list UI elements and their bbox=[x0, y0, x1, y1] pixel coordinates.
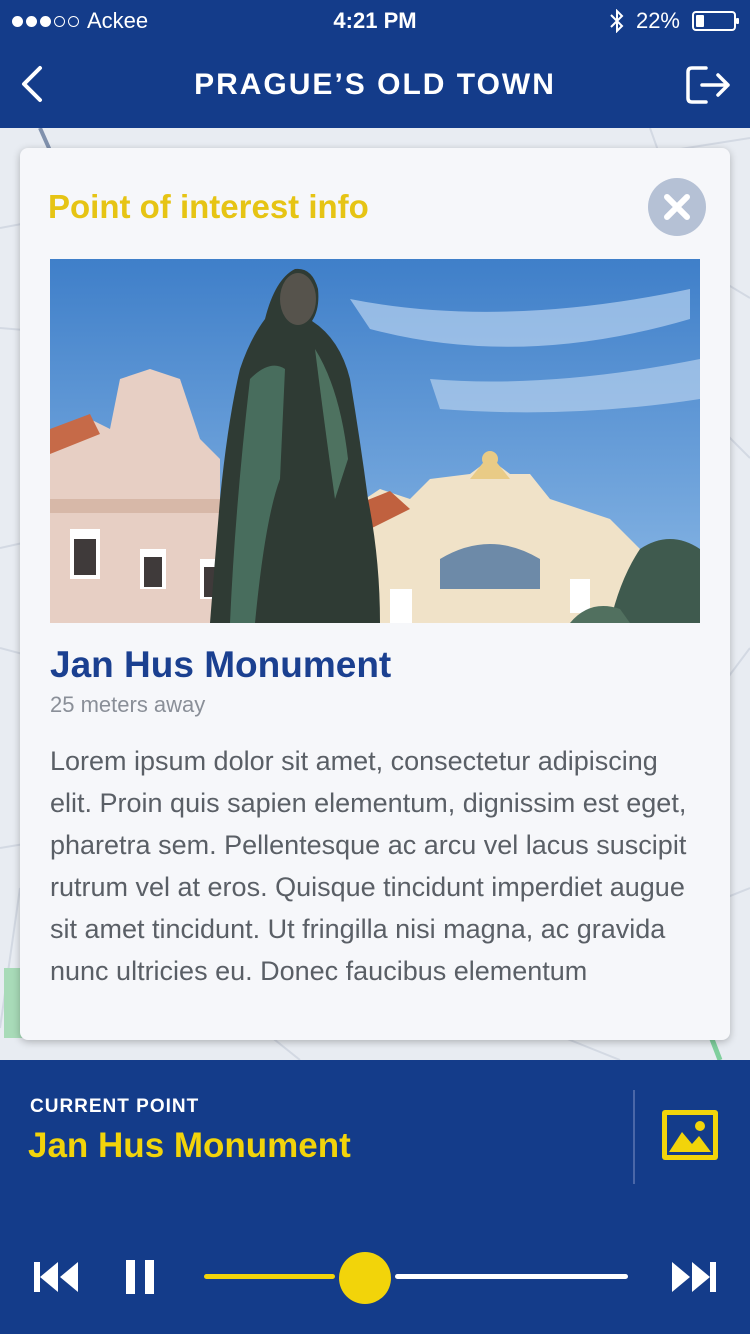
progress-remaining bbox=[395, 1274, 628, 1279]
skip-back-icon bbox=[34, 1262, 78, 1292]
previous-button[interactable] bbox=[34, 1260, 80, 1294]
battery-percent: 22% bbox=[635, 8, 680, 33]
current-point-title: Jan Hus Monument bbox=[28, 1126, 351, 1165]
skip-forward-icon bbox=[672, 1262, 716, 1292]
pause-button[interactable] bbox=[124, 1258, 156, 1296]
close-icon bbox=[664, 194, 690, 220]
nav-bar: PRAGUE’S OLD TOWN bbox=[0, 42, 750, 128]
monument-photo bbox=[50, 259, 700, 623]
battery-icon bbox=[692, 11, 739, 31]
exit-icon bbox=[686, 66, 730, 104]
card-header: Point of interest info bbox=[48, 188, 369, 225]
audio-player: CURRENT POINT Jan Hus Monument bbox=[0, 1060, 750, 1334]
bluetooth-icon bbox=[610, 9, 624, 33]
image-icon bbox=[662, 1110, 718, 1160]
exit-button[interactable] bbox=[684, 62, 732, 108]
gallery-button[interactable] bbox=[662, 1110, 718, 1160]
poi-distance: 25 meters away bbox=[50, 692, 206, 717]
progress-thumb[interactable] bbox=[339, 1252, 392, 1304]
progress-played bbox=[204, 1274, 336, 1279]
poi-description: Lorem ipsum dolor sit amet, consectetur … bbox=[50, 746, 687, 986]
poi-photo[interactable] bbox=[50, 259, 700, 623]
status-bar: Ackee 4:21 PM 22% bbox=[0, 0, 750, 42]
page-title: PRAGUE’S OLD TOWN bbox=[194, 68, 556, 101]
pause-icon bbox=[126, 1260, 154, 1294]
close-button[interactable] bbox=[648, 178, 706, 236]
status-right: 22% bbox=[610, 8, 739, 34]
poi-title: Jan Hus Monument bbox=[50, 644, 392, 685]
current-point-label: CURRENT POINT bbox=[30, 1096, 200, 1117]
next-button[interactable] bbox=[670, 1260, 716, 1294]
divider bbox=[633, 1090, 635, 1184]
progress-slider[interactable] bbox=[204, 1248, 628, 1304]
poi-info-card: Point of interest info Jan Hus Monument … bbox=[20, 148, 730, 1040]
